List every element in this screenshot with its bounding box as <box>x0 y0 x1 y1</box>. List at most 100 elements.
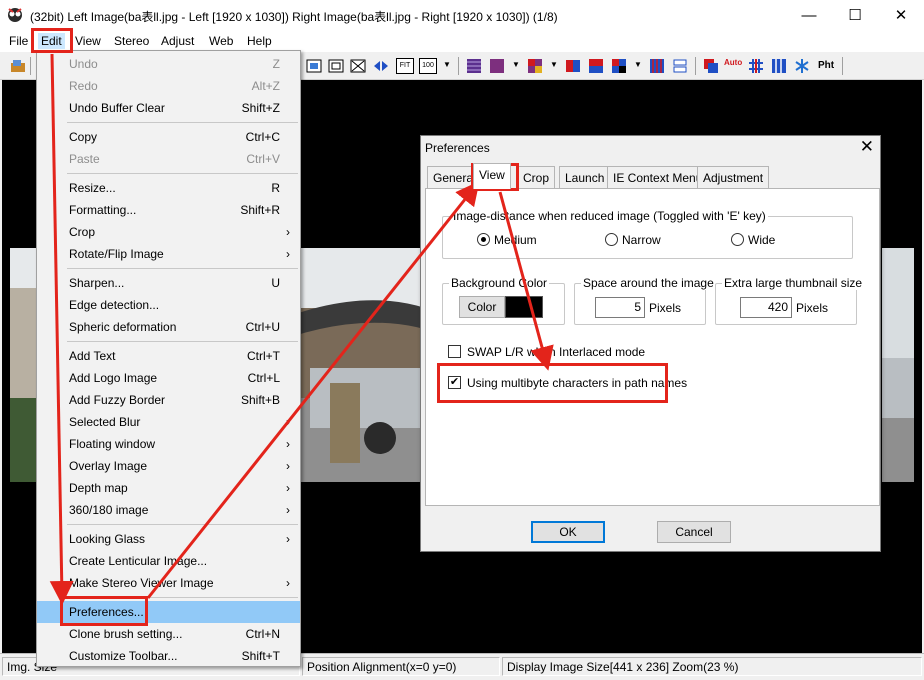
column-interlace-icon[interactable] <box>649 58 665 74</box>
menu-item-customize-toolbar[interactable]: Customize Toolbar... Shift+T <box>37 645 300 667</box>
dialog-title: Preferences <box>425 141 490 155</box>
tab-view[interactable]: View <box>473 163 511 189</box>
fit-window-icon[interactable] <box>306 58 322 74</box>
frame-icon[interactable] <box>328 58 344 74</box>
menu-item-undo[interactable]: Undo Z <box>37 53 300 75</box>
minimize-button[interactable]: — <box>786 0 832 30</box>
menu-item-floating-window[interactable]: Floating window › <box>37 433 300 455</box>
stacked-frames-icon[interactable] <box>672 58 688 74</box>
title-bar: (32bit) Left Image(ba表ll.jpg - Left [192… <box>0 0 924 30</box>
menu-item-resize[interactable]: Resize... R <box>37 177 300 199</box>
menu-edit[interactable]: Edit <box>38 33 65 49</box>
side-by-side-icon[interactable] <box>565 58 581 74</box>
distance-group-title: Image-distance when reduced image (Toggl… <box>451 209 768 223</box>
submenu-arrow-icon: › <box>286 415 290 429</box>
grid-icon[interactable] <box>748 58 764 74</box>
menu-web[interactable]: Web <box>206 33 236 49</box>
interlaced-icon[interactable] <box>466 58 482 74</box>
mode-dropdown-icon[interactable]: ▼ <box>512 60 520 69</box>
submenu-arrow-icon: › <box>286 576 290 590</box>
menu-item-copy[interactable]: Copy Ctrl+C <box>37 126 300 148</box>
checker-icon[interactable] <box>489 58 505 74</box>
menu-item-edge-detection[interactable]: Edge detection... <box>37 294 300 316</box>
menu-item-paste[interactable]: Paste Ctrl+V <box>37 148 300 170</box>
auto-align-button[interactable]: Auto <box>724 58 744 74</box>
menu-item-preferences[interactable]: Preferences... <box>37 601 300 623</box>
right-image-edge <box>882 248 914 482</box>
menu-item-formatting[interactable]: Formatting... Shift+R <box>37 199 300 221</box>
multibyte-label: Using multibyte characters in path names <box>467 376 688 390</box>
thumbnail-size-unit: Pixels <box>796 301 829 315</box>
menu-item-crop[interactable]: Crop › <box>37 221 300 243</box>
radio-wide[interactable] <box>731 233 744 246</box>
submenu-arrow-icon: › <box>286 437 290 451</box>
menu-item-selected-blur[interactable]: Selected Blur › <box>37 411 300 433</box>
menu-item-clone-brush-setting[interactable]: Clone brush setting... Ctrl+N <box>37 623 300 645</box>
menu-help[interactable]: Help <box>244 33 275 49</box>
menu-item-add-fuzzy-border[interactable]: Add Fuzzy Border Shift+B <box>37 389 300 411</box>
radio-medium[interactable] <box>477 233 490 246</box>
wide-columns-icon[interactable] <box>771 58 787 74</box>
menu-item-undo-buffer-clear[interactable]: Undo Buffer Clear Shift+Z <box>37 97 300 119</box>
zoom-100-button[interactable]: 100 <box>419 58 437 74</box>
status-position: Position Alignment(x=0 y=0) <box>302 657 500 676</box>
submenu-arrow-icon: › <box>286 481 290 495</box>
menu-item-add-text[interactable]: Add Text Ctrl+T <box>37 345 300 367</box>
menu-separator <box>67 268 298 269</box>
maximize-button[interactable]: ☐ <box>832 0 878 30</box>
anaglyph-icon[interactable] <box>703 58 719 74</box>
open-file-icon[interactable] <box>10 58 26 74</box>
tab-crop[interactable]: Crop <box>517 166 556 188</box>
fit-button[interactable]: FIT <box>396 58 414 74</box>
space-around-input[interactable]: 5 <box>595 297 645 318</box>
menu-item-overlay-image[interactable]: Overlay Image › <box>37 455 300 477</box>
mosaic-dropdown-icon[interactable]: ▼ <box>550 60 558 69</box>
menu-stereo[interactable]: Stereo <box>111 33 152 49</box>
toolbar-separator <box>842 57 843 75</box>
pht-button[interactable]: Pht <box>818 58 838 74</box>
submenu-arrow-icon: › <box>286 225 290 239</box>
swap-arrows-icon[interactable] <box>373 58 389 74</box>
thumbnail-size-input[interactable]: 420 <box>740 297 792 318</box>
layout-dropdown-icon[interactable]: ▼ <box>634 60 642 69</box>
radio-narrow[interactable] <box>605 233 618 246</box>
menu-item-redo[interactable]: Redo Alt+Z <box>37 75 300 97</box>
distance-group: Image-distance when reduced image (Toggl… <box>442 209 853 259</box>
menu-item-rotate-flip[interactable]: Rotate/Flip Image › <box>37 243 300 265</box>
dialog-close-icon[interactable]: ✕ <box>860 137 874 157</box>
full-screen-icon[interactable] <box>350 58 366 74</box>
tab-adjustment[interactable]: Adjustment <box>697 166 770 188</box>
menu-item-add-logo-image[interactable]: Add Logo Image Ctrl+L <box>37 367 300 389</box>
menu-separator <box>67 524 298 525</box>
swap-lr-checkbox[interactable] <box>448 345 461 358</box>
view-tab-panel: Image-distance when reduced image (Toggl… <box>425 188 880 506</box>
radio-wide-label: Wide <box>748 233 776 247</box>
menu-item-make-stereo-viewer[interactable]: Make Stereo Viewer Image › <box>37 572 300 594</box>
space-around-unit: Pixels <box>649 301 682 315</box>
close-window-button[interactable]: ✕ <box>878 0 924 30</box>
menu-separator <box>67 597 298 598</box>
menu-file[interactable]: File <box>6 33 31 49</box>
menu-item-spheric-deformation[interactable]: Spheric deformation Ctrl+U <box>37 316 300 338</box>
mosaic-icon[interactable] <box>527 58 543 74</box>
quad-icon[interactable] <box>611 58 627 74</box>
snowflake-icon[interactable] <box>794 58 810 74</box>
over-under-icon[interactable] <box>588 58 604 74</box>
menu-item-360-180-image[interactable]: 360/180 image › <box>37 499 300 521</box>
menu-item-sharpen[interactable]: Sharpen... U <box>37 272 300 294</box>
menu-bar: File Edit View Stereo Adjust Web Help <box>0 30 924 52</box>
menu-view[interactable]: View <box>72 33 104 49</box>
preferences-dialog: Preferences ✕ General View Crop Launch I… <box>420 135 881 552</box>
menu-adjust[interactable]: Adjust <box>158 33 197 49</box>
menu-separator <box>67 341 298 342</box>
ok-button[interactable]: OK <box>531 521 605 543</box>
menu-item-create-lenticular[interactable]: Create Lenticular Image... <box>37 550 300 572</box>
multibyte-checkbox[interactable]: ✔ <box>448 376 461 389</box>
cancel-button[interactable]: Cancel <box>657 521 731 543</box>
color-button[interactable]: Color <box>459 296 505 318</box>
tab-ie-context-menu[interactable]: IE Context Menu <box>607 166 709 188</box>
menu-item-depth-map[interactable]: Depth map › <box>37 477 300 499</box>
menu-item-looking-glass[interactable]: Looking Glass › <box>37 528 300 550</box>
tab-launch[interactable]: Launch <box>559 166 611 188</box>
zoom-dropdown-icon[interactable]: ▼ <box>443 60 451 69</box>
